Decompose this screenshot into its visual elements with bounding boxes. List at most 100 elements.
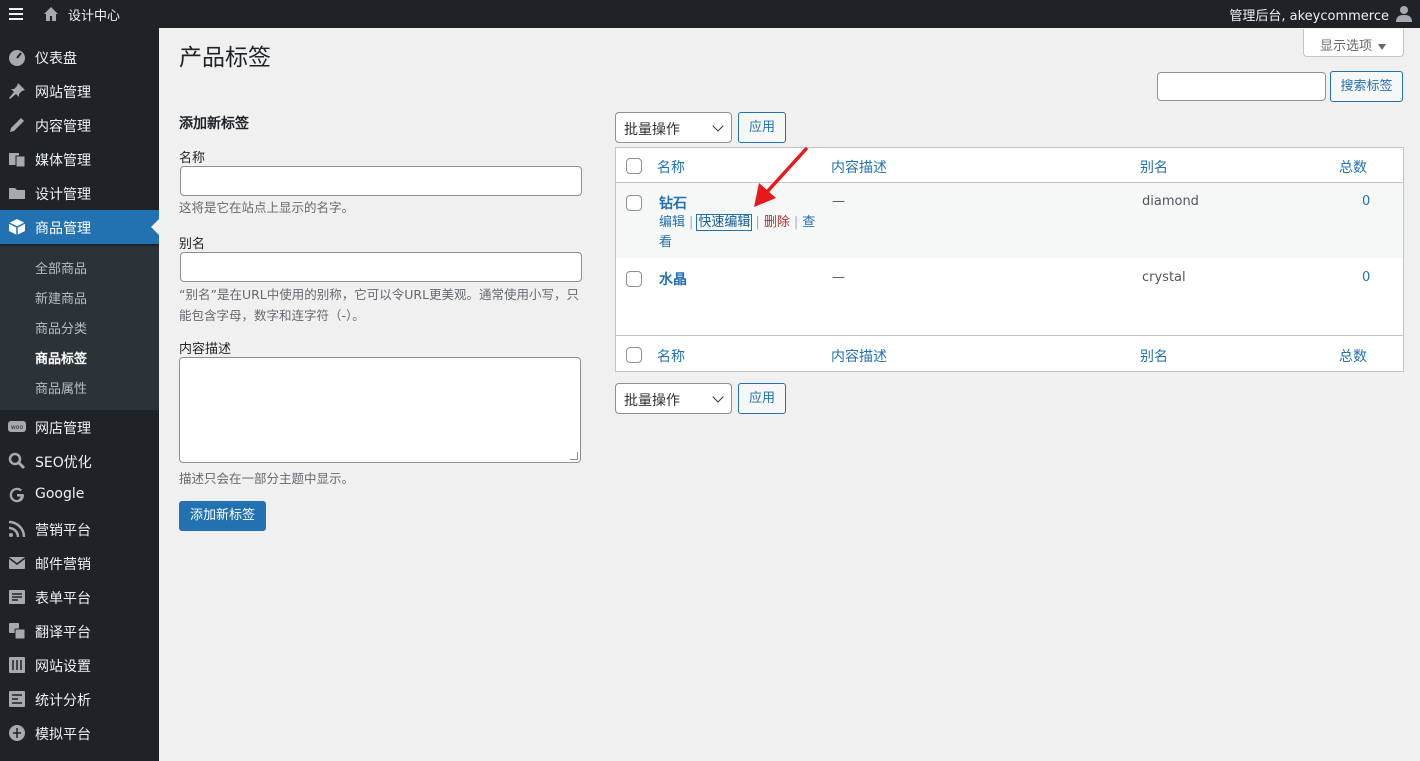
rss-icon (8, 520, 26, 538)
media-icon (9, 153, 26, 168)
translate-icon (9, 623, 26, 640)
screen-options-button[interactable]: 显示选项 (1303, 29, 1404, 57)
column-slug[interactable]: 别名 (1140, 346, 1168, 366)
slug-cell: crystal (1142, 270, 1186, 285)
submenu-product-attributes[interactable]: 商品属性 (35, 378, 87, 397)
tag-description-textarea[interactable] (179, 357, 581, 463)
apply-button-top[interactable]: 应用 (738, 112, 786, 143)
pencil-icon (10, 118, 24, 132)
submenu-all-products[interactable]: 全部商品 (35, 258, 87, 277)
menu-product-management[interactable]: 商品管理 (0, 210, 159, 244)
description-hint: 描述只会在一部分主题中显示。 (179, 471, 355, 486)
description-cell: — (832, 194, 845, 209)
admin-sidebar: 仪表盘 网站管理 内容管理 媒体管理 设计管理 商品管理 全部商品 新建商品 商… (0, 28, 159, 761)
page-title: 产品标签 (179, 45, 271, 71)
caret-down-icon (1378, 43, 1387, 50)
home-icon[interactable] (43, 6, 59, 22)
table-row: 钻石 编辑 | 快速编辑 | 删除 | 查看 — diamond 0 (616, 183, 1403, 258)
screen-options-label: 显示选项 (1320, 39, 1373, 54)
chevron-down-icon (712, 391, 724, 403)
folder-icon (9, 188, 25, 199)
menu-design-management[interactable]: 设计管理 (0, 176, 159, 210)
select-all-checkbox[interactable] (626, 158, 642, 174)
tag-slug-input[interactable] (180, 252, 582, 282)
menu-translation[interactable]: 翻译平台 (0, 614, 159, 648)
count-link[interactable]: 0 (1362, 194, 1370, 209)
menu-label: 模拟平台 (35, 727, 91, 743)
hamburger-icon[interactable] (9, 5, 23, 23)
count-link[interactable]: 0 (1362, 270, 1370, 285)
menu-content-management[interactable]: 内容管理 (0, 108, 159, 142)
menu-label: 网站设置 (35, 659, 91, 675)
menu-label: 邮件营销 (35, 557, 91, 573)
search-tags-button[interactable]: 搜索标签 (1330, 71, 1403, 102)
mail-icon (8, 557, 26, 569)
bulk-action-value: 批量操作 (624, 122, 680, 138)
table-footer: 名称 内容描述 别名 总数 (616, 335, 1403, 371)
menu-label: 统计分析 (35, 693, 91, 709)
menu-analytics[interactable]: 统计分析 (0, 682, 159, 716)
menu-label: 媒体管理 (35, 153, 91, 169)
user-avatar-icon[interactable] (1396, 5, 1412, 22)
bulk-action-select-top[interactable]: 批量操作 (615, 112, 732, 143)
table-row: 水晶 — crystal 0 (616, 258, 1403, 335)
submenu-new-product[interactable]: 新建商品 (35, 288, 87, 307)
menu-dashboard[interactable]: 仪表盘 (0, 40, 159, 74)
add-tag-heading: 添加新标签 (179, 116, 249, 132)
row-checkbox[interactable] (626, 271, 642, 287)
product-submenu: 全部商品 新建商品 商品分类 商品标签 商品属性 (0, 246, 159, 410)
menu-label: 表单平台 (35, 591, 91, 607)
description-label: 内容描述 (179, 342, 232, 357)
annotation-arrow-icon (754, 147, 808, 207)
tag-name-input[interactable] (180, 166, 582, 196)
column-count[interactable]: 总数 (1339, 346, 1367, 366)
row-checkbox[interactable] (626, 195, 642, 211)
dashboard-icon (9, 50, 25, 66)
menu-seo[interactable]: SEO优化 (0, 444, 159, 478)
submenu-product-tags[interactable]: 商品标签 (35, 348, 87, 367)
bulk-action-select-bottom[interactable]: 批量操作 (615, 383, 732, 414)
column-description[interactable]: 内容描述 (831, 157, 887, 177)
menu-media-management[interactable]: 媒体管理 (0, 142, 159, 176)
add-new-tag-button[interactable]: 添加新标签 (179, 501, 266, 531)
menu-google[interactable]: Google (0, 478, 159, 512)
globe-icon (9, 725, 25, 741)
column-description[interactable]: 内容描述 (831, 346, 887, 366)
form-icon (9, 590, 25, 604)
search-tags-input[interactable] (1157, 72, 1326, 101)
column-slug[interactable]: 别名 (1140, 157, 1168, 177)
quick-edit-link[interactable]: 快速编辑 (696, 214, 753, 231)
column-count[interactable]: 总数 (1339, 157, 1367, 177)
menu-label: 网店管理 (35, 421, 91, 437)
tags-table: 名称 内容描述 别名 总数 钻石 编辑 | 快速编辑 | 删除 | 查看 — diamond… (615, 147, 1404, 372)
resize-handle[interactable] (570, 452, 578, 460)
tag-name-link[interactable]: 水晶 (659, 269, 687, 289)
submenu-product-categories[interactable]: 商品分类 (35, 318, 87, 337)
menu-forms[interactable]: 表单平台 (0, 580, 159, 614)
column-name[interactable]: 名称 (657, 346, 685, 366)
site-name-link[interactable]: 设计中心 (68, 5, 120, 24)
menu-shop-management[interactable]: woo 网店管理 (0, 410, 159, 444)
menu-marketing[interactable]: 营销平台 (0, 512, 159, 546)
menu-label: 商品管理 (35, 221, 91, 237)
apply-button-bottom[interactable]: 应用 (738, 383, 786, 414)
menu-site-management[interactable]: 网站管理 (0, 74, 159, 108)
admin-bar: 设计中心 管理后台, akeycommerce (0, 0, 1420, 28)
account-link[interactable]: 管理后台, akeycommerce (1229, 5, 1389, 24)
menu-site-settings[interactable]: 网站设置 (0, 648, 159, 682)
menu-simulation[interactable]: 模拟平台 (0, 716, 159, 750)
woo-icon: woo (8, 421, 26, 432)
tag-name-link[interactable]: 钻石 (659, 193, 687, 213)
delete-link[interactable]: 删除 (764, 215, 790, 230)
slug-label: 别名 (179, 237, 206, 252)
select-all-checkbox[interactable] (626, 347, 642, 363)
row-actions: 编辑 | 快速编辑 | 删除 | 查看 (659, 214, 816, 250)
slug-hint: “别名”是在URL中使用的别称，它可以令URL更美观。通常使用小写，只能包含字母… (179, 287, 580, 323)
slug-cell: diamond (1142, 194, 1199, 209)
table-header: 名称 内容描述 别名 总数 (616, 148, 1403, 183)
name-label: 名称 (179, 151, 206, 166)
column-name[interactable]: 名称 (657, 157, 685, 177)
edit-link[interactable]: 编辑 (659, 215, 685, 230)
menu-email-marketing[interactable]: 邮件营销 (0, 546, 159, 580)
stats-icon (9, 691, 25, 707)
